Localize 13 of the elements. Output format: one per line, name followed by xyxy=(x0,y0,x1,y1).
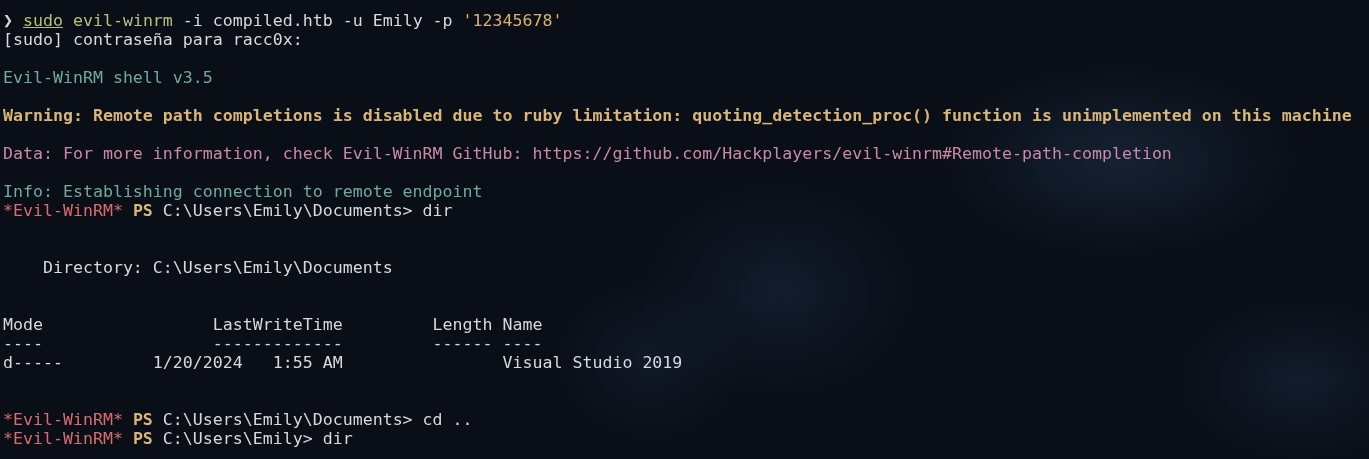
terminal-line: *Evil-WinRM* PS C:\Users\Emily> dir xyxy=(3,429,353,448)
terminal-line: Directory: C:\Users\Emily\Documents xyxy=(41,258,393,277)
terminal-line: *Evil-WinRM* PS C:\Users\Emily\Documents> dir xyxy=(3,201,453,220)
terminal-line: ❯ sudo evil-winrm -i compiled.htb -u Emily -p '12345678' xyxy=(3,11,563,30)
terminal-line: Mode LastWriteTime Length Name xyxy=(3,315,543,334)
terminal-line: Info: Establishing connection to remote endpoint xyxy=(3,182,483,201)
terminal-line: *Evil-WinRM* PS C:\Users\Emily\Documents> cd .. xyxy=(3,410,473,429)
terminal-line: [sudo] contraseña para racc0x: xyxy=(3,30,303,49)
terminal-line: ---- ------------- ------ ---- xyxy=(3,334,543,353)
terminal-line: Data: For more information, check Evil-WinRM GitHub: https://github.com/Hackplayers/evil-winrm#Remote-path-completion xyxy=(3,144,1172,163)
terminal-line: Evil-WinRM shell v3.5 xyxy=(3,68,213,87)
terminal-line: d----- 1/20/2024 1:55 AM Visual Studio 2019 xyxy=(3,353,683,372)
terminal-line: Warning: Remote path completions is disabled due to ruby limitation: quoting_detection_proc() function is unimplemented on this machine xyxy=(3,106,1352,125)
